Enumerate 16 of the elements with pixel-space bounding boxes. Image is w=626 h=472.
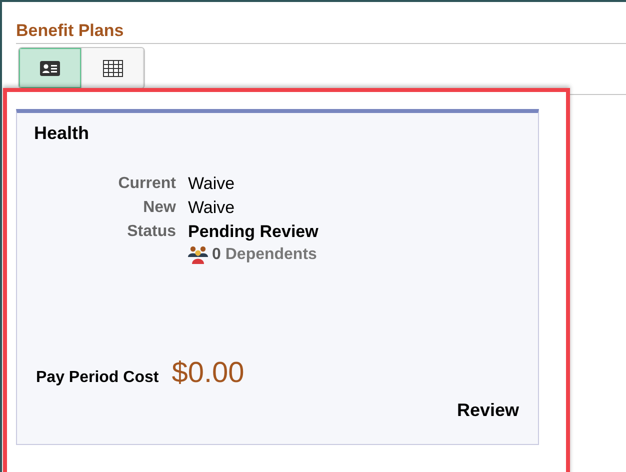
grid-icon: [102, 60, 122, 76]
field-label: Status: [127, 223, 176, 241]
field-label: New: [143, 199, 176, 217]
field-label: Current: [118, 175, 176, 193]
cost-label: Pay Period Cost: [36, 369, 159, 387]
cost-value: $0.00: [172, 357, 244, 390]
contact-card-icon: [40, 60, 60, 76]
review-link[interactable]: Review: [456, 400, 519, 421]
card-title: Health: [34, 123, 90, 144]
field-value: Waive: [188, 174, 235, 194]
page-title: Benefit Plans: [16, 21, 125, 42]
people-icon: [188, 246, 208, 264]
card-view-button[interactable]: [19, 48, 82, 88]
field-value: Waive: [188, 198, 235, 218]
field-value: Pending Review: [188, 222, 318, 242]
dependents-link[interactable]: 0 Dependents: [188, 246, 317, 264]
